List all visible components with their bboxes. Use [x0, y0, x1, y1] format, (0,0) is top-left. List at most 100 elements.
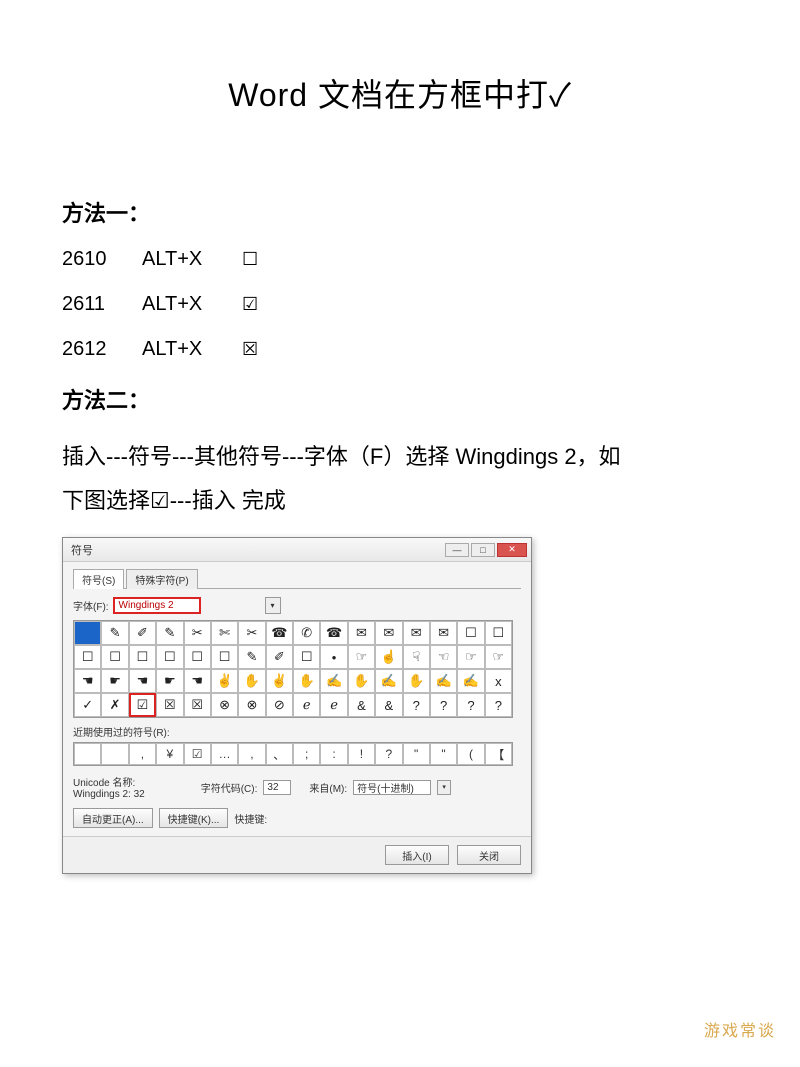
autocorrect-button[interactable]: 自动更正(A)...: [73, 808, 153, 828]
result-glyph: ☐: [242, 249, 258, 270]
symbol-cell[interactable]: ?: [403, 693, 430, 717]
code-value: 2610: [62, 248, 142, 271]
tab-symbols[interactable]: 符号(S): [73, 569, 124, 589]
symbol-cell[interactable]: ✐: [266, 645, 293, 669]
code-row: 2612 ALT+X ☒: [62, 338, 738, 361]
symbol-cell[interactable]: ✐: [129, 621, 156, 645]
symbol-cell[interactable]: &: [348, 693, 375, 717]
symbol-cell[interactable]: ✌: [266, 669, 293, 693]
symbol-cell[interactable]: ☎: [266, 621, 293, 645]
symbol-cell[interactable]: ☞: [485, 645, 512, 669]
symbol-cell[interactable]: ☐: [156, 645, 183, 669]
symbol-cell[interactable]: x: [485, 669, 512, 693]
symbol-cell[interactable]: ?: [485, 693, 512, 717]
minimize-button[interactable]: —: [445, 543, 469, 557]
symbol-cell[interactable]: •: [320, 645, 347, 669]
symbol-cell[interactable]: ☞: [457, 645, 484, 669]
recent-symbol-cell[interactable]: [101, 743, 128, 765]
recent-symbol-cell[interactable]: :: [320, 743, 347, 765]
recent-symbol-cell[interactable]: ": [430, 743, 457, 765]
recent-symbol-cell[interactable]: [74, 743, 101, 765]
symbol-cell[interactable]: ☐: [101, 645, 128, 669]
recent-symbol-cell[interactable]: 、: [266, 743, 293, 765]
insert-button[interactable]: 插入(I): [385, 845, 449, 865]
symbol-cell[interactable]: ⊗: [238, 693, 265, 717]
symbol-cell[interactable]: [74, 621, 101, 645]
charcode-input[interactable]: 32: [263, 780, 291, 795]
symbol-cell[interactable]: ☝: [375, 645, 402, 669]
maximize-button[interactable]: □: [471, 543, 495, 557]
symbol-cell[interactable]: ?: [430, 693, 457, 717]
recent-symbol-cell[interactable]: !: [348, 743, 375, 765]
dropdown-arrow-icon[interactable]: ▾: [437, 780, 451, 795]
symbol-cell[interactable]: ✉: [430, 621, 457, 645]
symbol-cell[interactable]: ☛: [101, 669, 128, 693]
symbol-cell[interactable]: ✂: [238, 621, 265, 645]
symbol-cell[interactable]: ☚: [129, 669, 156, 693]
symbol-cell[interactable]: ✎: [101, 621, 128, 645]
symbol-cell[interactable]: ☜: [430, 645, 457, 669]
symbol-cell[interactable]: &: [375, 693, 402, 717]
symbol-cell[interactable]: ☐: [485, 621, 512, 645]
symbol-cell[interactable]: ✋: [238, 669, 265, 693]
symbol-cell[interactable]: ☐: [457, 621, 484, 645]
close-dialog-button[interactable]: 关闭: [457, 845, 521, 865]
symbol-cell[interactable]: ☛: [156, 669, 183, 693]
recent-symbol-cell[interactable]: ,: [129, 743, 156, 765]
symbol-cell[interactable]: ✉: [348, 621, 375, 645]
symbol-cell[interactable]: ☐: [129, 645, 156, 669]
shortcut-button[interactable]: 快捷键(K)...: [159, 808, 229, 828]
symbol-cell[interactable]: ☐: [74, 645, 101, 669]
symbol-cell[interactable]: ✗: [101, 693, 128, 717]
symbol-cell[interactable]: ✆: [293, 621, 320, 645]
recent-symbol-cell[interactable]: …: [211, 743, 238, 765]
symbol-cell[interactable]: ✎: [156, 621, 183, 645]
symbol-cell[interactable]: ✄: [211, 621, 238, 645]
symbol-cell[interactable]: ✍: [430, 669, 457, 693]
symbol-cell[interactable]: ✍: [457, 669, 484, 693]
symbol-cell[interactable]: ☞: [348, 645, 375, 669]
symbol-cell[interactable]: ⊗: [211, 693, 238, 717]
symbol-cell[interactable]: ℯ: [293, 693, 320, 717]
symbol-cell[interactable]: ?: [457, 693, 484, 717]
symbol-cell[interactable]: ☎: [320, 621, 347, 645]
symbol-cell[interactable]: ⊘: [266, 693, 293, 717]
symbol-cell[interactable]: ☚: [74, 669, 101, 693]
from-select[interactable]: 符号(十进制): [353, 780, 431, 795]
recent-symbol-cell[interactable]: ☑: [184, 743, 211, 765]
symbol-cell[interactable]: ☑: [129, 693, 156, 717]
symbol-cell[interactable]: ✋: [293, 669, 320, 693]
recent-symbol-cell[interactable]: 【: [485, 743, 512, 765]
symbol-cell[interactable]: ✋: [348, 669, 375, 693]
recent-symbol-cell[interactable]: ,: [238, 743, 265, 765]
symbol-cell[interactable]: ✎: [238, 645, 265, 669]
symbol-cell[interactable]: ✉: [375, 621, 402, 645]
symbol-cell[interactable]: ☚: [184, 669, 211, 693]
result-glyph: ☑: [242, 294, 258, 315]
dropdown-arrow-icon[interactable]: ▾: [265, 597, 281, 614]
symbol-cell[interactable]: ✋: [403, 669, 430, 693]
recent-symbol-cell[interactable]: ¥: [156, 743, 183, 765]
symbol-cell[interactable]: ✍: [320, 669, 347, 693]
symbol-cell[interactable]: ☟: [403, 645, 430, 669]
close-button[interactable]: ✕: [497, 543, 527, 557]
symbol-cell[interactable]: ✂: [184, 621, 211, 645]
tab-special[interactable]: 特殊字符(P): [126, 569, 197, 589]
symbol-cell[interactable]: ☒: [184, 693, 211, 717]
symbol-cell[interactable]: ☒: [156, 693, 183, 717]
dialog-title: 符号: [67, 542, 93, 558]
symbol-cell[interactable]: ☐: [211, 645, 238, 669]
recent-symbol-cell[interactable]: ": [403, 743, 430, 765]
symbol-cell[interactable]: ✓: [74, 693, 101, 717]
recent-symbol-cell[interactable]: (: [457, 743, 484, 765]
font-select[interactable]: Wingdings 2: [113, 597, 201, 614]
symbol-cell[interactable]: ✉: [403, 621, 430, 645]
symbol-cell[interactable]: ☐: [293, 645, 320, 669]
code-value: 2611: [62, 293, 142, 316]
symbol-cell[interactable]: ✍: [375, 669, 402, 693]
symbol-cell[interactable]: ☐: [184, 645, 211, 669]
recent-symbol-cell[interactable]: ?: [375, 743, 402, 765]
recent-symbol-cell[interactable]: ;: [293, 743, 320, 765]
symbol-cell[interactable]: ℯ: [320, 693, 347, 717]
symbol-cell[interactable]: ✌: [211, 669, 238, 693]
